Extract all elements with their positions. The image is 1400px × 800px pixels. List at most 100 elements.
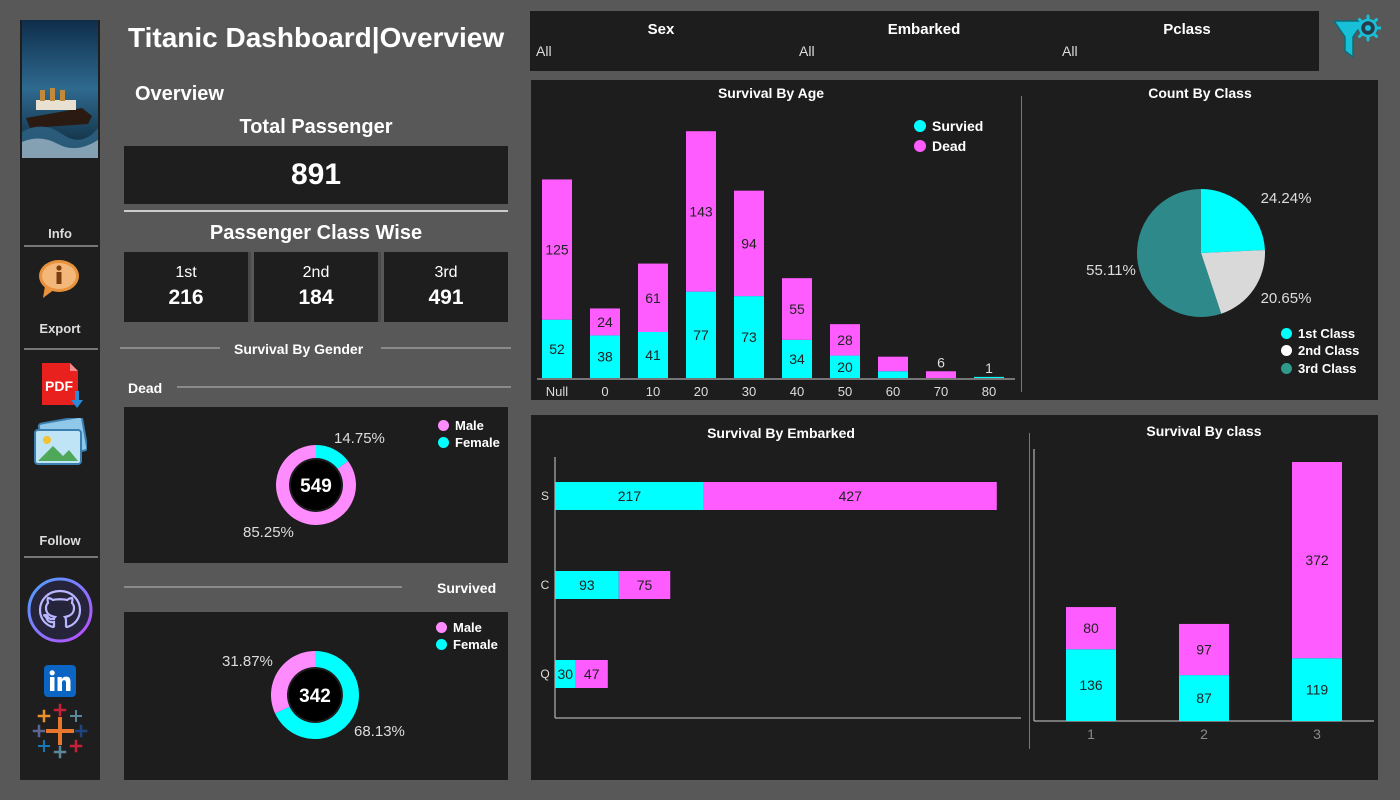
filter-sex-label: Sex bbox=[647, 21, 675, 38]
survival-by-class-chart: 136 80 1 87 97 2 119 372 3 bbox=[1033, 449, 1374, 742]
survival-by-embarked-chart: 217 427 S 93 75 C 30 47 Q bbox=[540, 457, 1021, 719]
filter-bar: Sex All Embarked All Pclass All bbox=[530, 11, 1319, 71]
class-card-3rd: 3rd 491 bbox=[384, 252, 508, 322]
data-label-survived: 34 bbox=[789, 351, 805, 367]
donut-dead: 549 bbox=[276, 445, 356, 525]
filter-embarked-dropdown[interactable]: All bbox=[799, 43, 815, 59]
bar-survived bbox=[974, 376, 1004, 378]
female-pct: 14.75% bbox=[334, 430, 385, 447]
export-label: Export bbox=[39, 321, 81, 336]
data-label-survived: 73 bbox=[741, 329, 757, 345]
x-tick-label: 60 bbox=[886, 384, 900, 399]
divider bbox=[124, 586, 402, 588]
data-label-dead: 97 bbox=[1196, 642, 1212, 658]
class-label: 2nd bbox=[302, 264, 330, 281]
data-label-survived: 87 bbox=[1196, 690, 1212, 706]
bar-dead bbox=[878, 356, 908, 372]
filter-settings-icon[interactable] bbox=[1331, 13, 1382, 63]
legend-first-class: 1st Class bbox=[1281, 326, 1355, 341]
x-tick-label: 2 bbox=[1200, 726, 1208, 742]
data-label-dead: 75 bbox=[637, 577, 653, 593]
survived-donut-chart: 342 31.87% 68.13% bbox=[222, 651, 405, 740]
x-tick-label: 3 bbox=[1313, 726, 1321, 742]
donut-total: 342 bbox=[299, 686, 331, 707]
bottom-charts-panel: Survival By Embarked Survival By class 2… bbox=[531, 415, 1378, 780]
divider bbox=[378, 252, 381, 322]
dead-donut-panel: Male Female 549 14.75% 85.25% bbox=[124, 407, 508, 563]
filter-pclass-dropdown[interactable]: All bbox=[1062, 43, 1078, 59]
survival-by-age-chart: 52125Null3824041611077143207394303455402… bbox=[537, 131, 1015, 399]
total-passenger-heading: Total Passenger bbox=[239, 116, 393, 138]
data-label-survived: 77 bbox=[693, 327, 709, 343]
legend-third-class: 3rd Class bbox=[1281, 361, 1357, 376]
tableau-icon[interactable] bbox=[32, 703, 88, 759]
class-label: 1st bbox=[175, 264, 197, 281]
x-tick-label: 1 bbox=[1087, 726, 1095, 742]
filter-pclass-label: Pclass bbox=[1163, 21, 1211, 38]
data-label-survived: 119 bbox=[1306, 682, 1329, 698]
info-icon[interactable] bbox=[37, 258, 81, 300]
data-label-dead: 61 bbox=[645, 290, 661, 306]
data-label-dead: 143 bbox=[689, 203, 713, 219]
sidebar: Info Export PDF Follow bbox=[20, 20, 100, 780]
data-label-dead: 47 bbox=[584, 666, 600, 682]
total-passenger-value: 891 bbox=[124, 146, 508, 204]
dashboard-title: Titanic Dashboard|Overview bbox=[128, 22, 505, 53]
bar-survived bbox=[878, 371, 908, 378]
bar-dead bbox=[926, 371, 956, 378]
x-tick-label: 50 bbox=[838, 384, 852, 399]
class-value: 216 bbox=[168, 286, 204, 309]
data-label-survived: 30 bbox=[558, 666, 574, 682]
class-value: 184 bbox=[298, 286, 334, 309]
image-export-icon[interactable] bbox=[33, 415, 89, 466]
first-class-dot bbox=[1281, 328, 1292, 339]
y-tick-label: Q bbox=[540, 667, 549, 681]
data-label-dead: 372 bbox=[1305, 552, 1329, 568]
data-label-survived: 93 bbox=[579, 577, 595, 593]
class-label: 3rd bbox=[434, 264, 458, 281]
dead-donut-chart: 549 14.75% 85.25% bbox=[243, 430, 385, 541]
pie-value-label: 55.11% bbox=[1086, 262, 1136, 279]
x-tick-label: 80 bbox=[982, 384, 996, 399]
pdf-icon-text: PDF bbox=[45, 378, 73, 394]
data-label-dead: 55 bbox=[789, 301, 805, 317]
data-label-dead: 24 bbox=[597, 314, 613, 330]
y-tick-label: S bbox=[541, 489, 549, 503]
top-charts-panel: Survival By Age Count By Class Survied D… bbox=[531, 80, 1378, 400]
second-class-dot bbox=[1281, 345, 1292, 356]
data-label-survived: 20 bbox=[837, 359, 853, 375]
pie-value-label: 20.65% bbox=[1261, 290, 1312, 307]
data-label-survived: 41 bbox=[645, 347, 661, 363]
pie-slice bbox=[1201, 189, 1265, 253]
divider bbox=[381, 347, 511, 349]
divider bbox=[177, 386, 511, 388]
github-icon[interactable] bbox=[27, 577, 93, 643]
x-tick-label: Null bbox=[546, 384, 569, 399]
data-label-dead: 125 bbox=[545, 242, 569, 258]
pdf-export-icon[interactable]: PDF bbox=[40, 361, 86, 411]
legend-second-class: 2nd Class bbox=[1281, 343, 1359, 358]
male-pct: 31.87% bbox=[222, 653, 273, 670]
divider bbox=[24, 348, 98, 350]
x-tick-label: 10 bbox=[646, 384, 660, 399]
follow-label: Follow bbox=[39, 533, 81, 548]
overview-heading: Overview bbox=[135, 83, 224, 105]
data-label-survived: 217 bbox=[618, 488, 642, 504]
survived-donut-panel: Male Female 342 31.87% 68.13% bbox=[124, 612, 508, 780]
gender-section-title: Survival By Gender bbox=[234, 341, 364, 357]
class-card-2nd: 2nd 184 bbox=[254, 252, 378, 322]
data-label-dead: 1 bbox=[985, 360, 993, 376]
data-label-dead: 427 bbox=[839, 488, 863, 504]
data-label-survived: 52 bbox=[549, 341, 565, 357]
x-tick-label: 40 bbox=[790, 384, 804, 399]
class-value: 491 bbox=[428, 286, 464, 309]
male-pct: 85.25% bbox=[243, 524, 294, 541]
divider bbox=[248, 252, 251, 322]
x-tick-label: 70 bbox=[934, 384, 948, 399]
info-label: Info bbox=[48, 226, 72, 241]
data-label-dead: 6 bbox=[937, 354, 945, 370]
filter-embarked-label: Embarked bbox=[887, 21, 961, 38]
linkedin-icon[interactable] bbox=[44, 665, 76, 697]
filter-sex-dropdown[interactable]: All bbox=[536, 43, 552, 59]
data-label-dead: 94 bbox=[741, 235, 757, 251]
